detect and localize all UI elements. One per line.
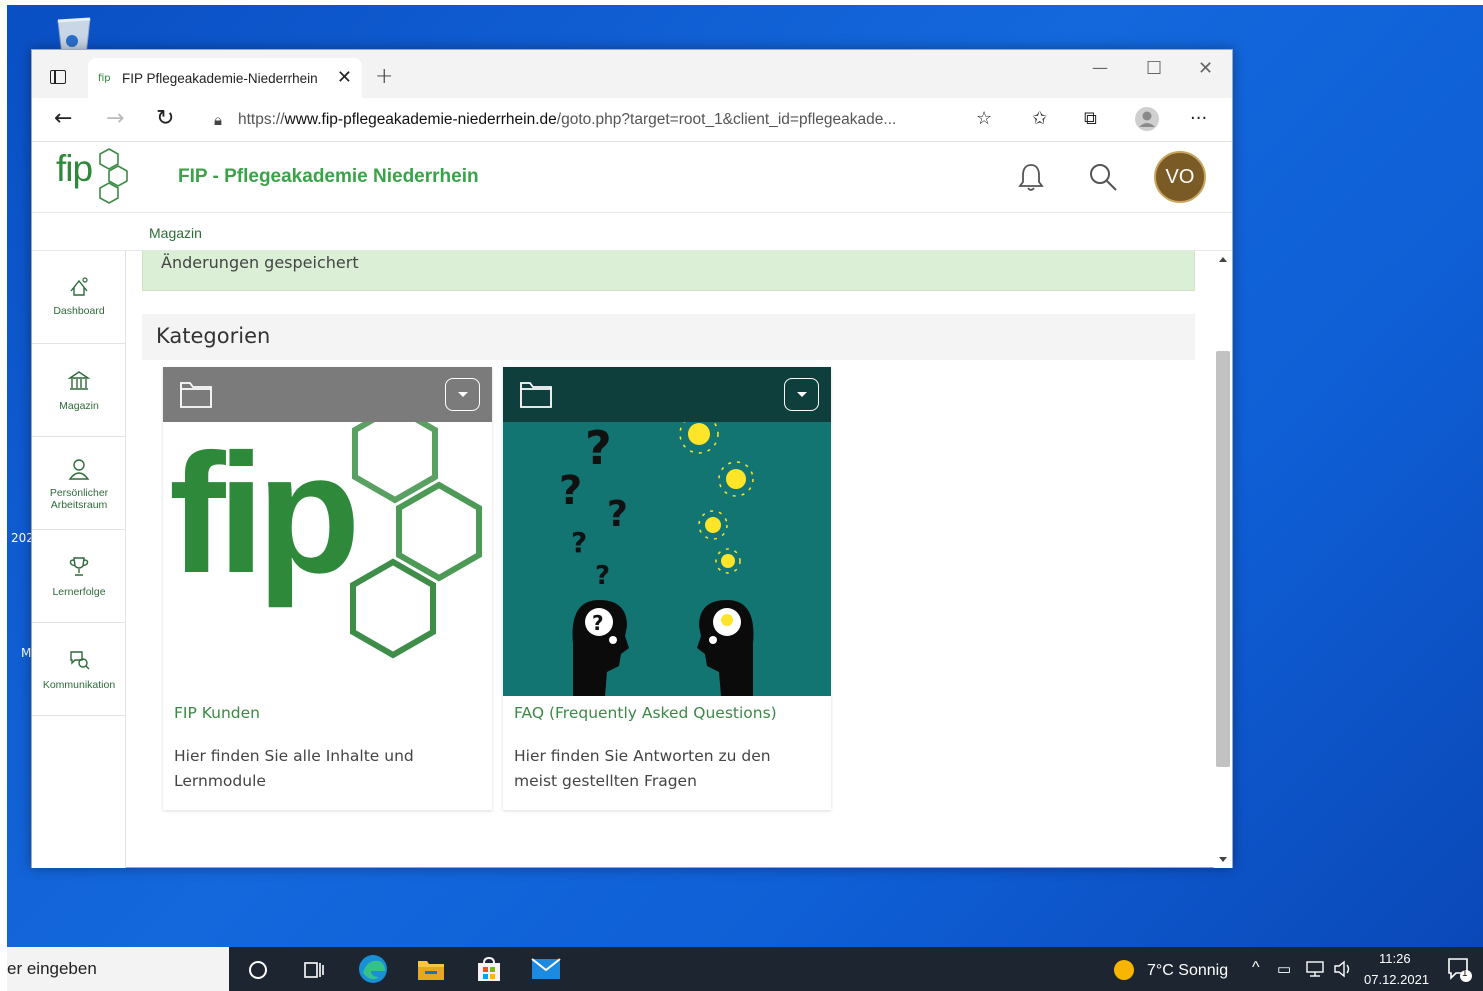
svg-text:?: ? [559,468,582,514]
cortana-icon[interactable] [247,959,269,981]
tab-strip: fip FIP Pflegeakademie-Niederrhein ✕ + —… [32,50,1232,98]
sidebar-item-lernerfolge[interactable]: Lernerfolge [32,530,126,623]
card-description: Hier finden Sie Antworten zu den meist g… [514,747,771,790]
breadcrumb[interactable]: Magazin [149,225,202,241]
site-header: fip FIP - Pflegeakademie Niederrhein VO [32,142,1232,213]
profile-icon[interactable] [1134,106,1160,132]
close-window-icon[interactable]: ✕ [1198,58,1213,79]
category-card-faq[interactable]: ? ? ? ? ? ? FAQ (Frequently Asked Questi… [503,367,831,810]
sidebar-item-magazin[interactable]: Magazin [32,344,126,437]
card-title-link[interactable]: FAQ (Frequently Asked Questions) [514,704,777,722]
svg-text:?: ? [571,526,587,559]
sidebar-item-personal-workspace[interactable]: Persönlicher Arbeitsraum [32,437,126,530]
new-tab-icon[interactable]: + [375,64,393,89]
svg-text:?: ? [592,611,604,635]
search-icon[interactable] [1088,162,1118,192]
tab-title: FIP Pflegeakademie-Niederrhein [122,70,318,86]
sidebar-item-dashboard[interactable]: Dashboard [32,251,126,344]
back-icon[interactable]: ← [54,106,72,131]
magazine-icon [32,370,126,392]
add-favorite-icon[interactable]: ☆ [976,108,992,129]
more-icon[interactable]: ··· [1190,108,1207,129]
chat-icon [32,649,126,671]
sidebar-item-label: Kommunikation [42,679,116,691]
avatar[interactable]: VO [1154,151,1206,203]
card-image-fip-logo[interactable]: fip [163,422,492,696]
url-text: https://www.fip-pflegeakademie-niederrhe… [237,111,897,128]
edge-icon[interactable] [357,953,389,985]
taskbar-search-placeholder: er eingeben [7,959,97,978]
browser-window: fip FIP Pflegeakademie-Niederrhein ✕ + —… [31,49,1233,868]
weather-text[interactable]: 7°C Sonnig [1147,962,1228,980]
tab-actions-icon[interactable] [50,70,66,84]
chevron-up-icon[interactable]: ^ [1252,959,1260,977]
card-description: Hier finden Sie alle Inhalte und Lernmod… [174,747,414,790]
taskbar-search-box[interactable]: er eingeben [7,947,229,991]
category-card-fip-kunden[interactable]: fip FIP Kunden Hier finden Sie alle Inha… [163,367,492,810]
favicon-icon: fip [98,72,111,84]
clock-time[interactable]: 11:26 [1379,951,1411,966]
file-explorer-icon[interactable] [417,957,445,981]
scroll-up-icon[interactable] [1219,257,1227,262]
svg-text:?: ? [607,494,628,535]
card-actions-dropdown[interactable] [784,378,819,411]
forward-icon[interactable]: → [106,106,124,131]
svg-text:?: ? [585,422,612,475]
sidebar-item-label: Persönlicher Arbeitsraum [49,487,109,511]
weather-sun-icon[interactable] [1113,959,1135,981]
section-header: Kategorien [142,314,1195,360]
volume-icon[interactable] [1333,960,1353,978]
card-title-link[interactable]: FIP Kunden [174,704,260,722]
sidebar-item-label: Magazin [59,400,99,412]
mail-icon[interactable] [531,957,561,981]
collections-icon[interactable]: ⧉ [1084,108,1097,129]
dashboard-icon [32,275,126,297]
lock-icon[interactable]: 🔒︎ [214,111,222,129]
card-actions-dropdown[interactable] [445,378,480,411]
clock-date[interactable]: 07.12.2021 [1364,972,1429,987]
scroll-down-icon[interactable] [1219,857,1227,862]
store-icon[interactable] [475,955,503,983]
folder-icon [520,382,552,408]
folder-icon [180,382,212,408]
task-view-icon[interactable] [303,959,325,981]
svg-text:?: ? [595,561,610,591]
refresh-icon[interactable]: ↻ [156,106,174,131]
card-header [163,367,492,422]
maximize-icon[interactable]: ☐ [1146,58,1162,79]
logo-hexagon-icon [99,148,128,204]
scroll-thumb[interactable] [1216,351,1230,767]
site-title[interactable]: FIP - Pflegeakademie Niederrhein [178,166,479,188]
sidebar-item-label: Lernerfolge [52,586,106,598]
main-content: Änderungen gespeichert Kategorien fip FI… [127,251,1213,868]
scrollbar[interactable] [1214,251,1232,868]
sidebar-item-kommunikation[interactable]: Kommunikation [32,623,126,716]
browser-tab[interactable]: fip FIP Pflegeakademie-Niederrhein ✕ [88,58,362,98]
person-icon [32,457,126,481]
desktop-label-fragment: M [21,646,32,660]
breadcrumb-bar: Magazin [32,213,1232,251]
card-header [503,367,831,422]
sidebar-item-label: Dashboard [53,305,105,317]
trophy-icon [32,556,126,578]
bell-icon[interactable] [1018,162,1044,192]
notification-icon[interactable] [1447,957,1473,983]
notification-count-badge: 1 [1462,968,1468,979]
battery-icon[interactable]: ▭ [1277,960,1291,978]
close-tab-icon[interactable]: ✕ [337,67,352,88]
main-sidebar: Dashboard Magazin Persönlicher Arbeitsra… [32,251,126,868]
success-alert: Änderungen gespeichert [142,251,1195,291]
network-icon[interactable] [1305,960,1325,978]
section-title: Kategorien [156,324,271,348]
card-image-faq[interactable]: ? ? ? ? ? ? [503,422,831,696]
favorites-icon[interactable]: ✩ [1032,108,1047,129]
site-logo[interactable]: fip [56,148,93,190]
minimize-icon[interactable]: — [1092,58,1108,77]
alert-message: Änderungen gespeichert [161,253,359,272]
svg-text:fip: fip [169,422,354,609]
address-bar: ← → ↻ 🔒︎ https://www.fip-pflegeakademie-… [32,98,1232,142]
windows-taskbar: er eingeben 7°C Sonnig ^ ▭ 11:26 07.12.2… [7,947,1483,991]
url-field[interactable]: 🔒︎ https://www.fip-pflegeakademie-nieder… [202,102,1008,138]
